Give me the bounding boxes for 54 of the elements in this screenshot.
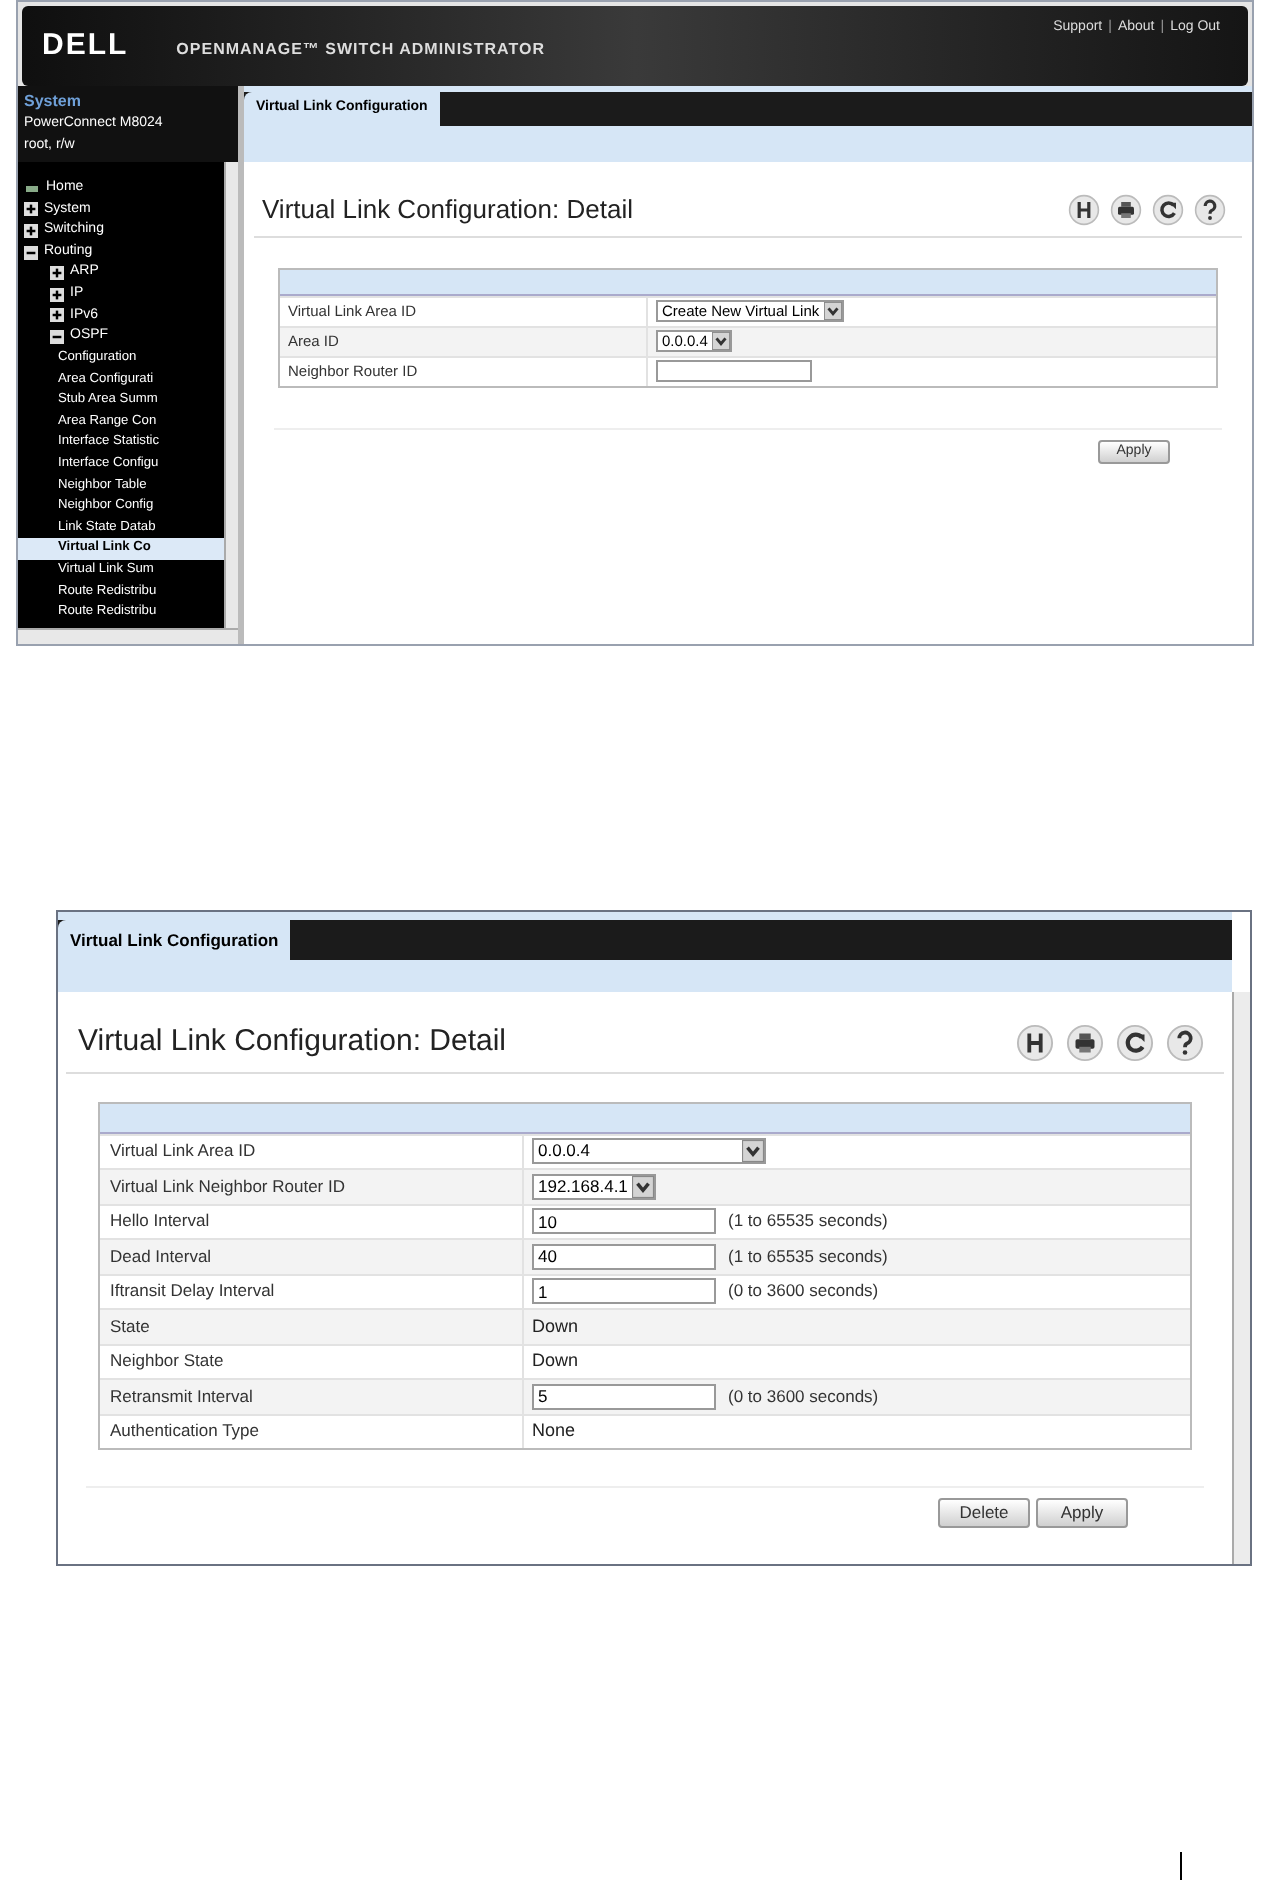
expand-icon[interactable] (24, 202, 38, 217)
field-label: Dead Interval (110, 1243, 212, 1270)
field-label: Virtual Link Neighbor Router ID (110, 1173, 345, 1200)
field-label: Neighbor State (110, 1348, 224, 1375)
range-hint: (0 to 3600 seconds) (728, 1383, 879, 1410)
caret-icon (711, 332, 730, 350)
sidebar-title: System (24, 90, 83, 114)
logo: DELL (42, 25, 129, 66)
field-value: Down (532, 1348, 579, 1374)
page-heading: Virtual Link Configuration: Detail (78, 1022, 507, 1062)
input-field[interactable]: 1 (532, 1278, 716, 1305)
scrollbar[interactable] (18, 628, 238, 644)
field-label: Iftransit Delay Interval (110, 1278, 275, 1305)
range-hint: (1 to 65535 seconds) (728, 1243, 888, 1270)
field-value: None (532, 1418, 576, 1444)
field-label: State (110, 1313, 150, 1340)
input-field[interactable]: 10 (532, 1208, 716, 1235)
save-icon[interactable] (1068, 193, 1100, 226)
printer-icon[interactable] (1110, 193, 1142, 226)
range-hint: (0 to 3600 seconds) (728, 1278, 879, 1305)
expand-icon[interactable] (24, 223, 38, 238)
field-value: Down (532, 1313, 579, 1339)
input-field[interactable]: 5 (532, 1383, 716, 1410)
field-label: Virtual Link Area ID (110, 1138, 256, 1165)
action-button[interactable]: Delete (938, 1498, 1030, 1528)
collapse-icon[interactable] (24, 245, 38, 260)
caret-icon (631, 1175, 654, 1198)
help-icon[interactable] (1166, 1023, 1204, 1062)
field-label: Retransmit Interval (110, 1383, 253, 1410)
range-hint: (1 to 65535 seconds) (728, 1208, 888, 1235)
tab[interactable]: Virtual Link Configuration (58, 920, 291, 960)
caret-icon (823, 302, 842, 320)
action-button[interactable]: Apply (1036, 1498, 1128, 1528)
expand-icon[interactable] (50, 287, 64, 302)
page-heading: Virtual Link Configuration: Detail (262, 192, 633, 228)
dropdown[interactable]: 192.168.4.1 (532, 1173, 656, 1200)
home-icon (24, 185, 40, 192)
expand-icon[interactable] (50, 266, 64, 281)
scrollbar[interactable] (224, 162, 238, 628)
printer-icon[interactable] (1066, 1023, 1104, 1062)
scrollbar[interactable] (1232, 992, 1250, 1564)
field-label: Hello Interval (110, 1208, 210, 1235)
caret-icon (742, 1140, 764, 1163)
save-icon[interactable] (1016, 1023, 1054, 1062)
help-icon[interactable] (1194, 193, 1226, 226)
refresh-icon[interactable] (1152, 193, 1184, 226)
input-field[interactable]: 40 (532, 1243, 716, 1270)
product-title: OPENMANAGE™ SWITCH ADMINISTRATOR (176, 38, 545, 62)
refresh-icon[interactable] (1116, 1023, 1154, 1062)
expand-icon[interactable] (50, 308, 64, 323)
dropdown[interactable]: 0.0.0.4 (532, 1138, 766, 1165)
collapse-icon[interactable] (50, 329, 64, 344)
input-field[interactable] (656, 360, 812, 382)
field-label: Authentication Type (110, 1418, 260, 1445)
